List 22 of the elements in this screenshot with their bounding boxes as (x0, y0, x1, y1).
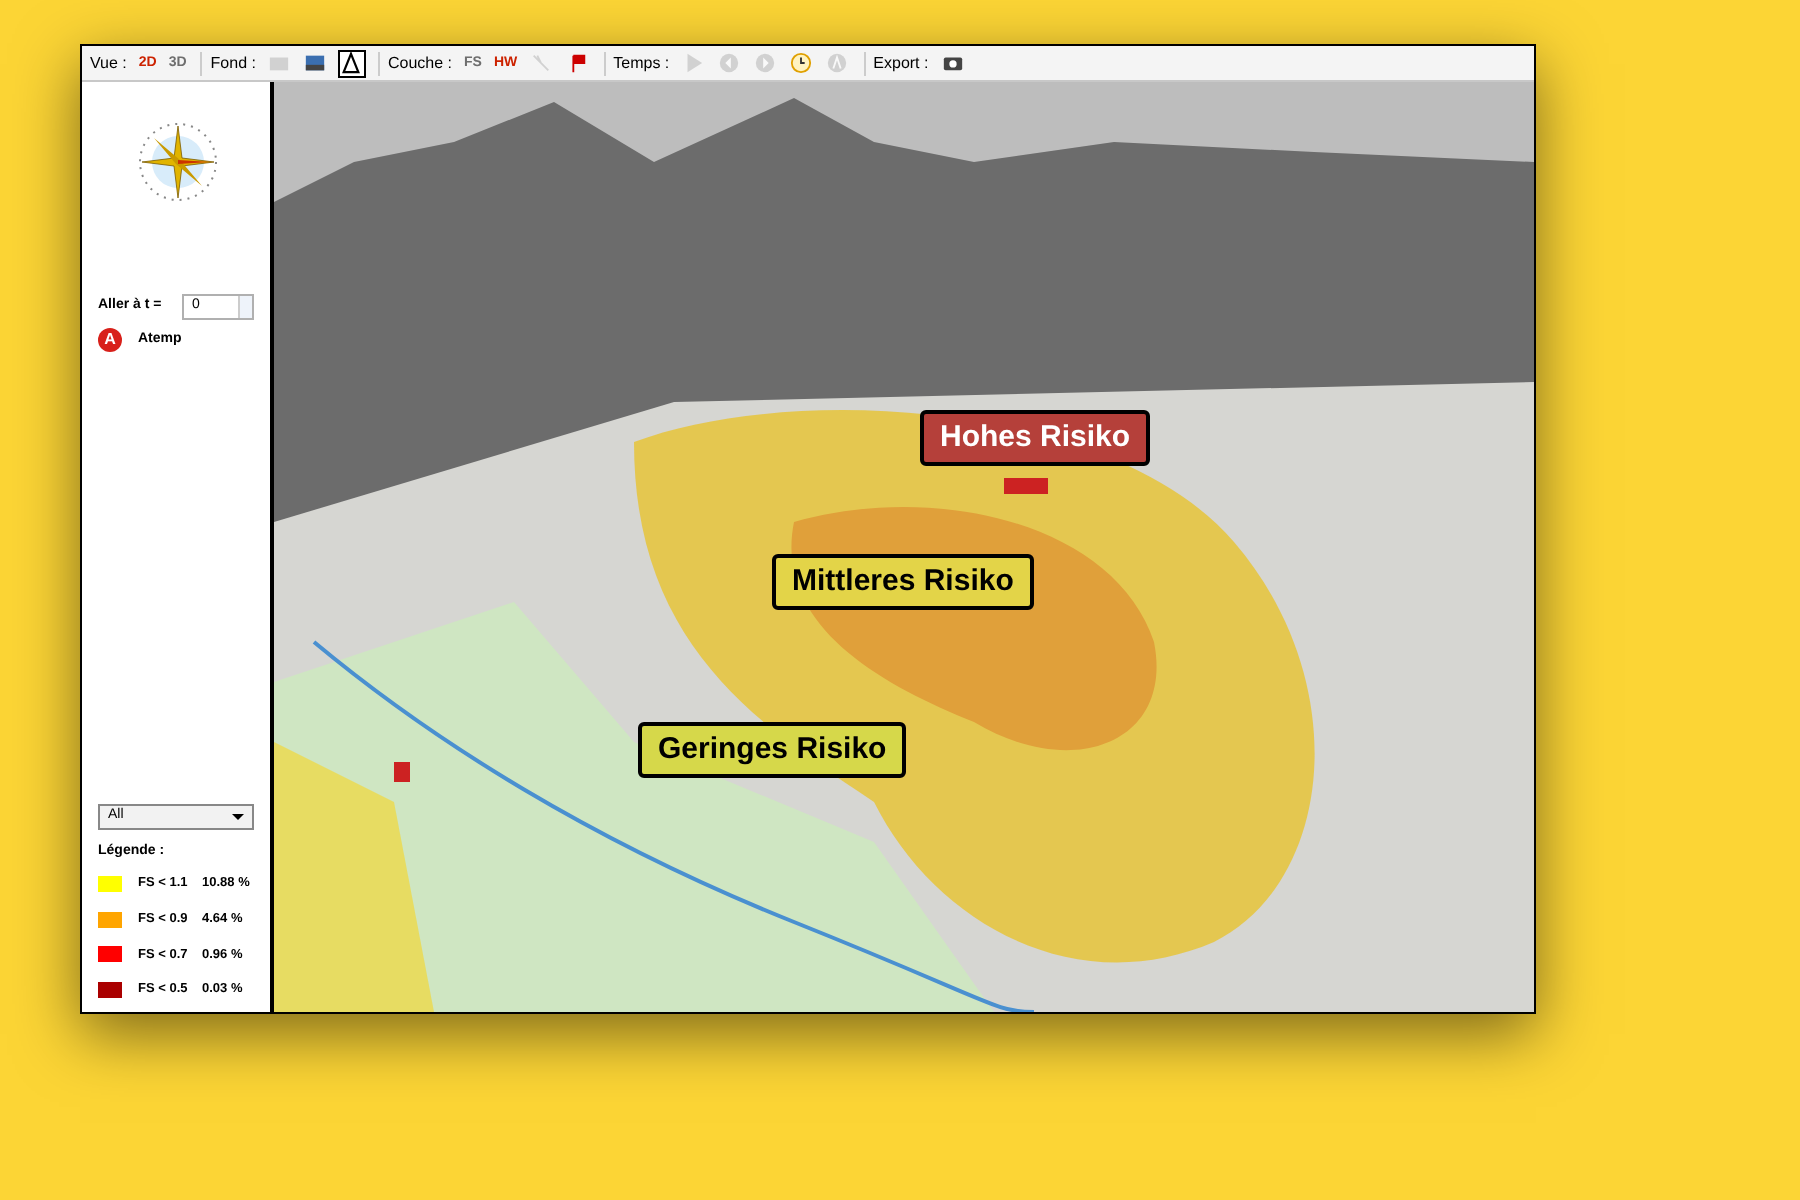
back-icon (718, 52, 741, 74)
forward-icon (754, 52, 777, 74)
risk-label: Mittleres Risiko (772, 554, 1034, 610)
toolbar-label: Temps : (613, 51, 670, 75)
compass-rose-icon (134, 118, 222, 206)
toolbar-label: Export : (873, 51, 929, 75)
risk-label: Geringes Risiko (638, 722, 907, 778)
flag-icon (566, 52, 589, 74)
toolbar-label: Couche : (387, 51, 453, 75)
line-icon (530, 52, 553, 74)
layer-badge: A (98, 328, 122, 352)
satellite-icon (304, 52, 327, 74)
clock-icon (790, 52, 813, 74)
risk-label: Hohes Risiko (920, 410, 1151, 466)
toolbar-label: Vue : (90, 51, 127, 75)
toolbar-button[interactable] (337, 49, 366, 77)
letter-icon (826, 52, 849, 74)
toolbar-label: Fond : (210, 51, 256, 75)
map-icon (268, 52, 291, 74)
play-icon (682, 52, 705, 74)
triangle-icon (340, 52, 363, 74)
camera-icon (941, 52, 964, 74)
